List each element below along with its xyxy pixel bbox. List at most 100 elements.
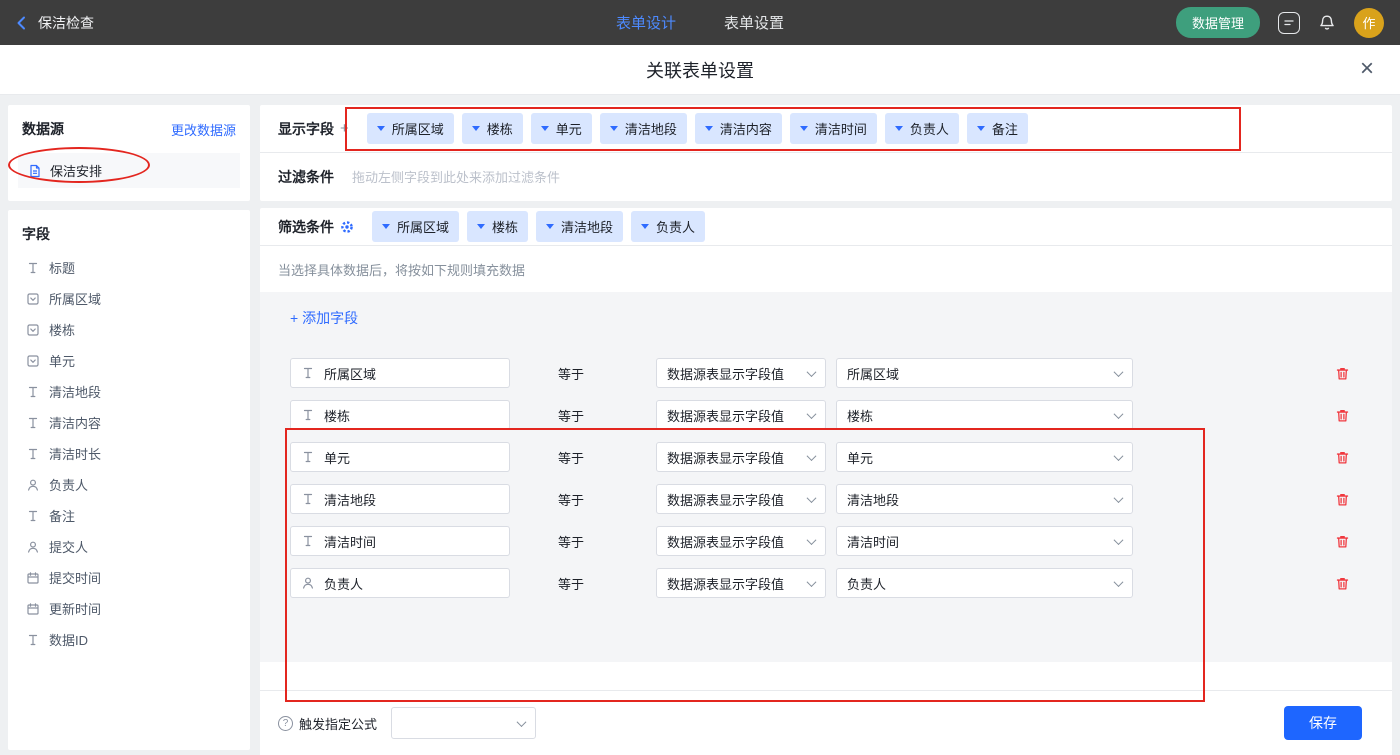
- calendar-icon: [26, 602, 40, 616]
- field-item-9[interactable]: 提交人: [18, 531, 240, 562]
- select-icon: [26, 292, 40, 306]
- display-field-tag-6[interactable]: 负责人: [884, 113, 959, 144]
- rule-target-field-input[interactable]: 楼栋: [290, 400, 510, 430]
- rule-source-value: 数据源表显示字段值: [667, 450, 785, 466]
- rule-field-label: 所属区域: [324, 366, 377, 382]
- change-datasource-link[interactable]: 更改数据源: [171, 120, 236, 139]
- save-button[interactable]: 保存: [1284, 706, 1362, 740]
- back-label: 保洁检查: [38, 14, 94, 31]
- rule-operator: 等于: [558, 534, 585, 550]
- rule-source-select[interactable]: 数据源表显示字段值: [656, 400, 826, 430]
- rule-target-field-input[interactable]: 负责人: [290, 568, 510, 598]
- screen-conditions-label: 筛选条件: [278, 218, 334, 235]
- rule-row-3: 清洁地段 等于 数据源表显示字段值 清洁地段: [278, 478, 1392, 520]
- rule-target-field-input[interactable]: 清洁时间: [290, 526, 510, 556]
- rule-value-select[interactable]: 清洁地段: [836, 484, 1133, 514]
- help-icon[interactable]: ?: [278, 715, 293, 731]
- tag-label: 负责人: [909, 122, 949, 137]
- display-field-tag-4[interactable]: 清洁内容: [694, 113, 782, 144]
- back-button[interactable]: 保洁检查: [14, 13, 94, 33]
- add-rule-field-link[interactable]: + 添加字段: [290, 308, 358, 328]
- app-panel-icon[interactable]: [1278, 11, 1300, 34]
- rule-source-select[interactable]: 数据源表显示字段值: [656, 442, 826, 472]
- display-field-tag-0[interactable]: 所属区域: [366, 113, 454, 144]
- rule-source-select[interactable]: 数据源表显示字段值: [656, 568, 826, 598]
- display-field-tag-1[interactable]: 楼栋: [461, 113, 523, 144]
- tag-label: 所属区域: [397, 220, 450, 235]
- field-item-1[interactable]: 所属区域: [18, 283, 240, 314]
- field-item-8[interactable]: 备注: [18, 500, 240, 531]
- field-item-6[interactable]: 清洁时长: [18, 438, 240, 469]
- filter-label: 过滤条件: [278, 168, 334, 185]
- field-item-4[interactable]: 清洁地段: [18, 376, 240, 407]
- display-field-tag-3[interactable]: 清洁地段: [599, 113, 687, 144]
- data-manage-button[interactable]: 数据管理: [1175, 7, 1260, 38]
- screen-condition-tag-1[interactable]: 楼栋: [467, 211, 529, 242]
- person-icon: [301, 576, 315, 590]
- bell-icon[interactable]: [1318, 14, 1336, 32]
- trash-icon[interactable]: [1335, 576, 1350, 591]
- field-item-7[interactable]: 负责人: [18, 469, 240, 500]
- tab-form-design[interactable]: 表单设计: [616, 12, 676, 33]
- trash-icon[interactable]: [1335, 534, 1350, 549]
- field-item-label: 单元: [49, 354, 76, 369]
- document-icon: [28, 164, 42, 178]
- topbar-tabs: 表单设计 表单设置: [616, 12, 784, 33]
- screen-condition-tag-3[interactable]: 负责人: [631, 211, 706, 242]
- screen-conditions-row: 筛选条件 所属区域 楼栋 清洁地段 负责人: [260, 208, 1392, 246]
- gear-icon[interactable]: [340, 220, 354, 234]
- rule-field-label: 清洁时间: [324, 534, 377, 550]
- trash-icon[interactable]: [1335, 492, 1350, 507]
- display-filter-panel: 显示字段 + 所属区域 楼栋 单元 清洁地段 清洁内容 清洁时间 负责人 备注 过滤条件 拖动…: [260, 105, 1392, 201]
- rule-target-field-input[interactable]: 单元: [290, 442, 510, 472]
- field-item-5[interactable]: 清洁内容: [18, 407, 240, 438]
- rule-target-field-input[interactable]: 清洁地段: [290, 484, 510, 514]
- display-field-tag-7[interactable]: 备注: [966, 113, 1028, 144]
- tag-label: 单元: [555, 122, 582, 137]
- screen-condition-tag-0[interactable]: 所属区域: [372, 211, 460, 242]
- modal-footer: ? 触发指定公式 保存: [260, 690, 1392, 755]
- rule-operator: 等于: [558, 366, 585, 382]
- rule-source-select[interactable]: 数据源表显示字段值: [656, 484, 826, 514]
- trash-icon[interactable]: [1335, 366, 1350, 381]
- field-item-2[interactable]: 楼栋: [18, 314, 240, 345]
- trash-icon[interactable]: [1335, 450, 1350, 465]
- field-item-0[interactable]: 标题: [18, 252, 240, 283]
- field-item-11[interactable]: 更新时间: [18, 593, 240, 624]
- rule-value-value: 清洁地段: [847, 492, 900, 508]
- rule-value-select[interactable]: 负责人: [836, 568, 1133, 598]
- rule-source-select[interactable]: 数据源表显示字段值: [656, 358, 826, 388]
- screen-condition-tags: 所属区域 楼栋 清洁地段 负责人: [372, 211, 706, 242]
- rule-value-select[interactable]: 清洁时间: [836, 526, 1133, 556]
- avatar[interactable]: 作: [1354, 7, 1384, 38]
- field-item-label: 清洁时长: [49, 447, 102, 462]
- display-field-tag-5[interactable]: 清洁时间: [789, 113, 877, 144]
- field-item-3[interactable]: 单元: [18, 345, 240, 376]
- chevron-down-icon: [1113, 576, 1124, 587]
- close-icon[interactable]: ×: [1360, 57, 1374, 81]
- rule-target-field-input[interactable]: 所属区域: [290, 358, 510, 388]
- rules-panel: 筛选条件 所属区域 楼栋 清洁地段 负责人 当选择具体数据后，将按如下规则填充数据 +…: [260, 208, 1392, 755]
- rule-value-select[interactable]: 所属区域: [836, 358, 1133, 388]
- text-icon: [26, 261, 40, 275]
- field-item-label: 更新时间: [49, 602, 102, 617]
- trash-icon[interactable]: [1335, 408, 1350, 423]
- add-display-field-button[interactable]: +: [340, 120, 349, 137]
- caret-down-icon: [471, 126, 480, 131]
- caret-down-icon: [894, 126, 903, 131]
- rule-source-select[interactable]: 数据源表显示字段值: [656, 526, 826, 556]
- field-item-12[interactable]: 数据ID: [18, 624, 240, 655]
- filter-drop-zone[interactable]: 拖动左侧字段到此处来添加过滤条件: [334, 153, 1392, 200]
- formula-select[interactable]: [391, 707, 537, 739]
- rule-operator: 等于: [558, 408, 585, 424]
- display-field-tag-2[interactable]: 单元: [530, 113, 592, 144]
- datasource-title: 数据源: [22, 121, 64, 137]
- tab-form-settings[interactable]: 表单设置: [724, 12, 784, 33]
- rule-value-select[interactable]: 单元: [836, 442, 1133, 472]
- caret-down-icon: [546, 224, 555, 229]
- rule-value-select[interactable]: 楼栋: [836, 400, 1133, 430]
- field-item-10[interactable]: 提交时间: [18, 562, 240, 593]
- screen-condition-tag-2[interactable]: 清洁地段: [536, 211, 624, 242]
- rule-value-value: 楼栋: [847, 408, 874, 424]
- datasource-item[interactable]: 保洁安排: [18, 153, 240, 188]
